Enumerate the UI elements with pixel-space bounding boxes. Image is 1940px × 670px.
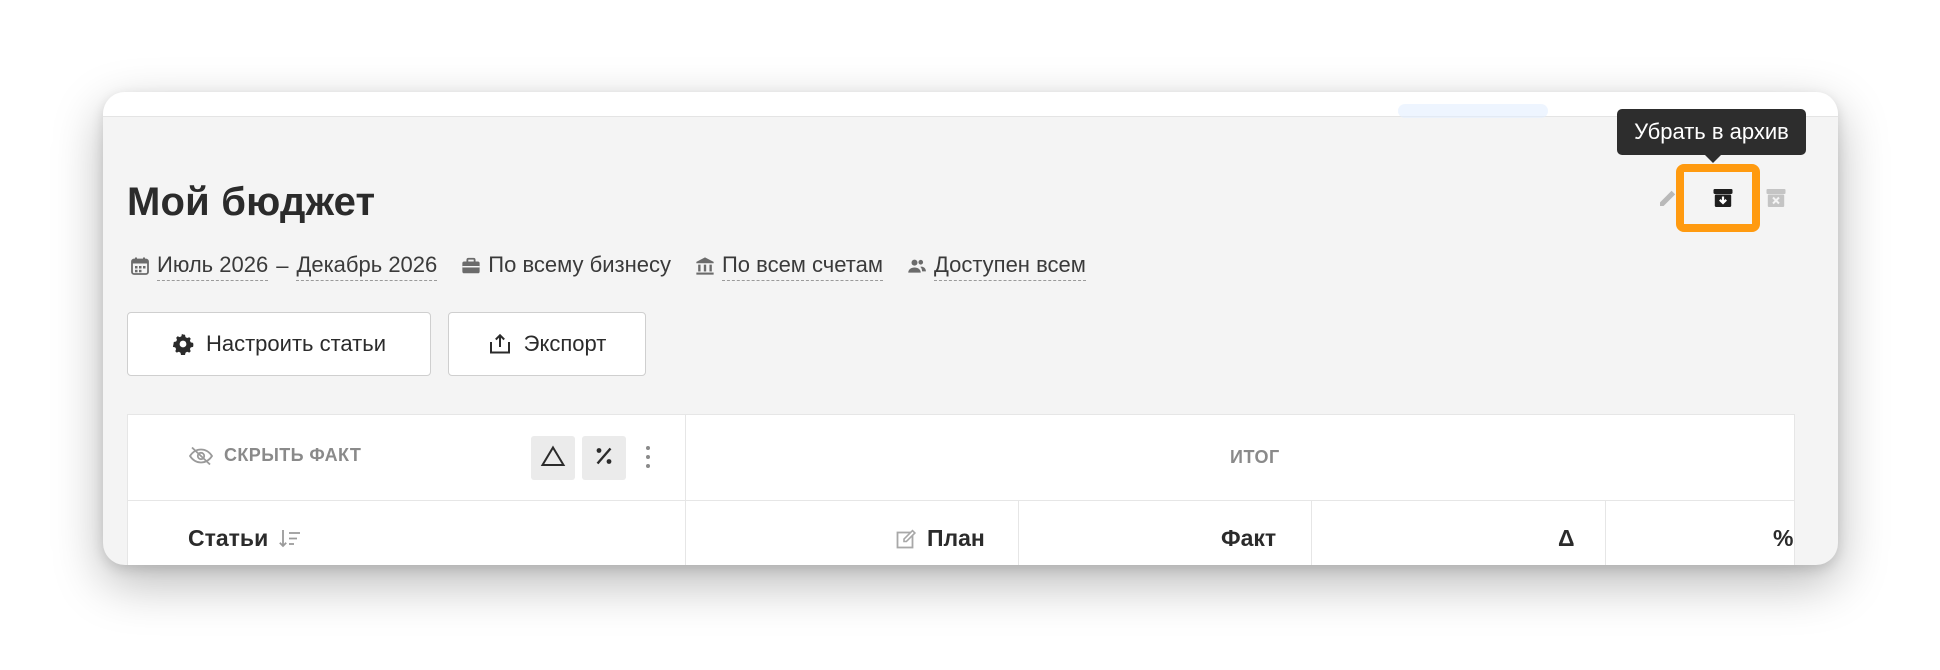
briefcase-icon	[461, 256, 481, 276]
percent-column-header[interactable]: %	[1773, 525, 1793, 552]
period-separator: –	[276, 253, 289, 278]
table-group-header: СКРЫТЬ ФАКТ ИТОГ	[128, 415, 1794, 501]
bank-icon	[695, 256, 715, 276]
page-title: Мой бюджет	[127, 180, 376, 224]
top-strip	[103, 92, 1838, 118]
archive-highlight-frame	[1676, 164, 1760, 232]
budget-card: Мой бюджет Июль 2026 – Декабрь 2026 По в…	[103, 92, 1838, 565]
items-column-header[interactable]: Статьи	[188, 525, 302, 552]
configure-items-button[interactable]: Настроить статьи	[127, 312, 431, 376]
column-divider	[1311, 501, 1312, 565]
delta-column-label: Δ	[1558, 525, 1575, 551]
accounts-link[interactable]: По всем счетам	[721, 252, 883, 281]
table-column-header: Статьи План Факт Δ %	[128, 501, 1794, 565]
eye-off-icon	[188, 446, 214, 466]
plan-column-label: План	[927, 525, 985, 551]
percent-icon	[592, 444, 616, 473]
gear-icon	[172, 333, 194, 355]
items-column-label: Статьи	[188, 525, 269, 551]
budget-meta: Июль 2026 – Декабрь 2026 По всему бизнес…	[130, 250, 1110, 282]
column-divider	[1605, 501, 1606, 565]
configure-items-label: Настроить статьи	[205, 331, 387, 356]
top-strip-accent	[1398, 104, 1548, 118]
period-item: Июль 2026 – Декабрь 2026	[130, 252, 438, 281]
percent-toggle-button[interactable]	[582, 436, 626, 480]
delete-button[interactable]	[1756, 180, 1796, 220]
delta-toggle-button[interactable]	[531, 436, 575, 480]
accounts-item: По всем счетам	[695, 252, 883, 281]
period-start-link[interactable]: Июль 2026	[157, 252, 269, 281]
users-icon	[907, 256, 927, 276]
column-menu-button[interactable]	[638, 441, 658, 477]
access-item: Доступен всем	[907, 252, 1086, 281]
scope-link[interactable]: По всему бизнесу	[488, 252, 671, 280]
fact-column-header[interactable]: Факт	[1221, 525, 1276, 552]
archive-tooltip: Убрать в архив	[1617, 109, 1806, 163]
hide-fact-toggle[interactable]: СКРЫТЬ ФАКТ	[188, 445, 361, 466]
edit-note-icon	[895, 528, 917, 550]
calendar-icon	[130, 256, 150, 276]
period-end-link[interactable]: Декабрь 2026	[296, 252, 438, 281]
column-divider	[1018, 501, 1019, 565]
kebab-icon	[645, 444, 651, 475]
export-button[interactable]: Экспорт	[448, 312, 646, 376]
plan-column-header[interactable]: План	[895, 525, 985, 552]
percent-column-label: %	[1773, 525, 1794, 551]
trash-icon	[1764, 186, 1788, 215]
fact-column-label: Факт	[1221, 525, 1277, 551]
hide-fact-label: СКРЫТЬ ФАКТ	[224, 445, 362, 465]
budget-table: СКРЫТЬ ФАКТ ИТОГ Статьи План Факт Δ %	[127, 414, 1795, 565]
sort-icon	[278, 528, 302, 550]
triangle-icon	[540, 445, 566, 472]
total-group-label: ИТОГ	[1230, 447, 1280, 467]
delta-column-header[interactable]: Δ	[1558, 525, 1575, 552]
export-icon	[488, 333, 512, 355]
export-label: Экспорт	[523, 331, 607, 356]
access-link[interactable]: Доступен всем	[933, 252, 1086, 281]
scope-item: По всему бизнесу	[461, 252, 671, 280]
